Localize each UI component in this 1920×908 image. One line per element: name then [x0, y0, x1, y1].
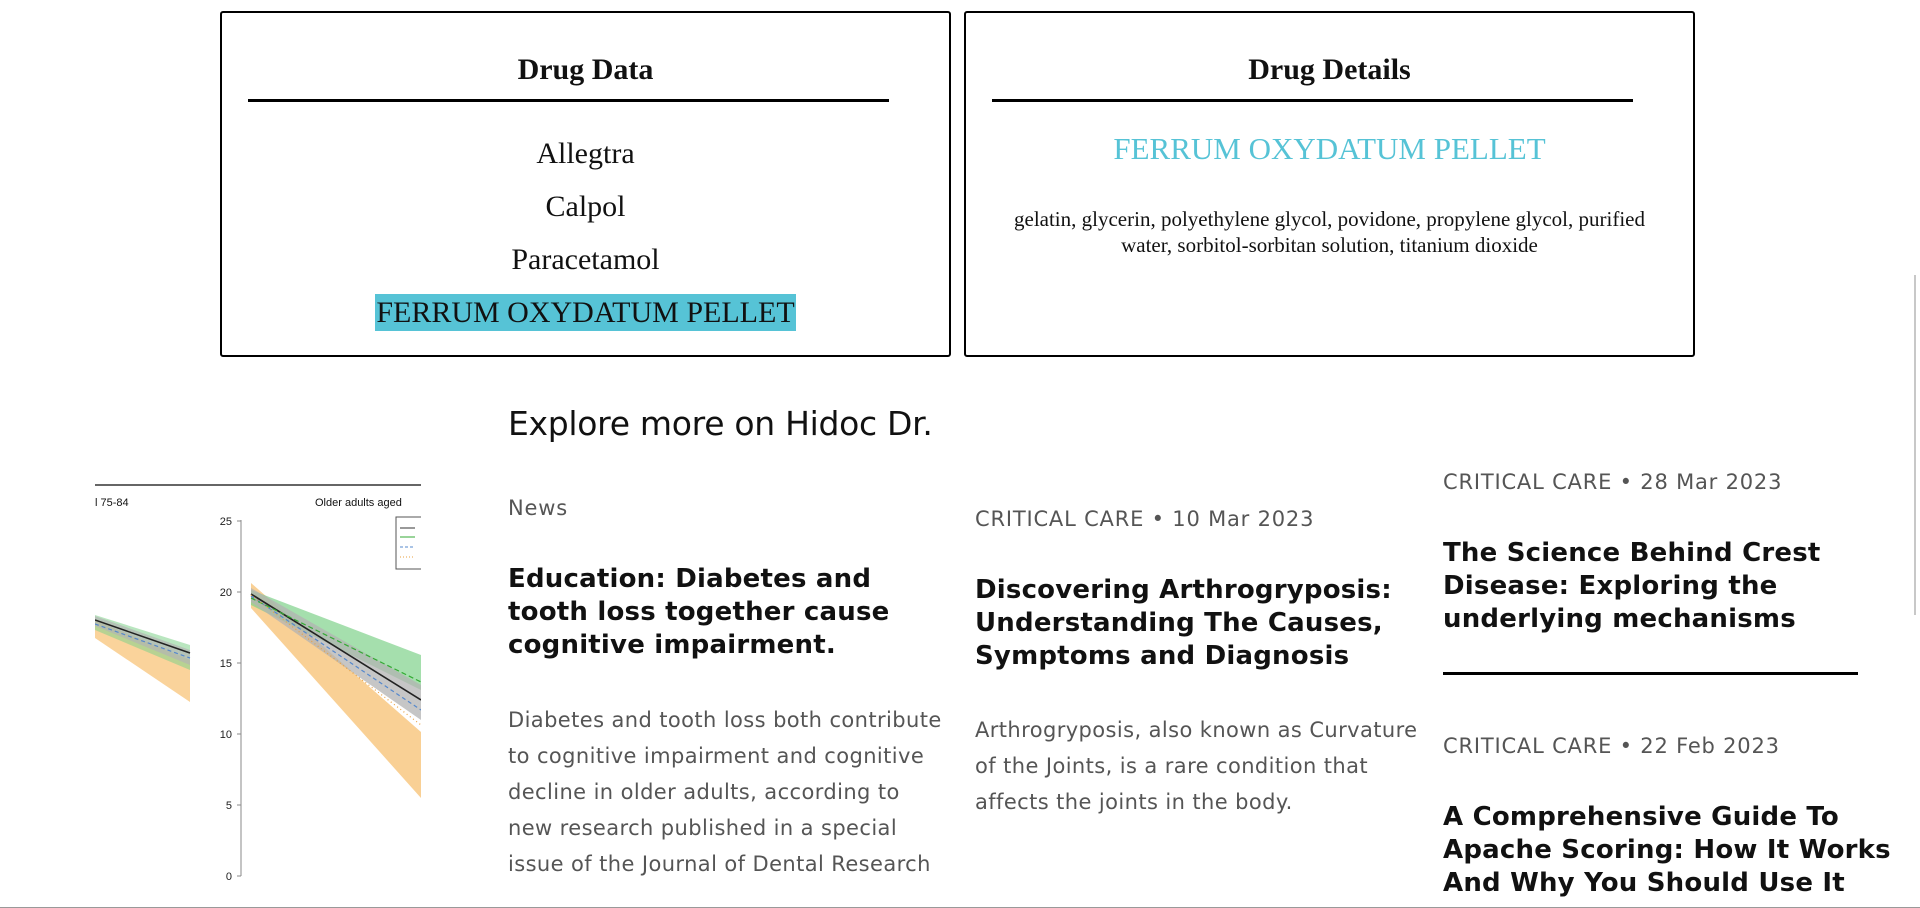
- drug-list: Allegtra Calpol Paracetamol FERRUM OXYDA…: [222, 127, 949, 339]
- drug-list-item[interactable]: Paracetamol: [222, 233, 949, 286]
- thumbnail-right-label: Older adults aged: [315, 497, 402, 509]
- article-category-date: CRITICAL CARE • 28 Mar 2023: [1443, 470, 1783, 494]
- drug-data-panel: Drug Data Allegtra Calpol Paracetamol FE…: [220, 11, 951, 357]
- article-card[interactable]: CRITICAL CARE • 28 Mar 2023 The Science …: [1443, 468, 1883, 675]
- drug-details-panel: Drug Details FERRUM OXYDATUM PELLET gela…: [964, 11, 1695, 357]
- drug-list-item[interactable]: Calpol: [222, 180, 949, 233]
- selected-drug-name: FERRUM OXYDATUM PELLET: [1113, 131, 1546, 166]
- article-category-date: CRITICAL CARE • 10 Mar 2023: [975, 507, 1315, 531]
- heading-divider: [248, 99, 889, 102]
- explore-heading: Explore more on Hidoc Dr.: [508, 404, 933, 443]
- thumbnail-left-label: l 75-84: [95, 497, 129, 509]
- drug-name[interactable]: Calpol: [545, 188, 627, 225]
- article-thumbnail-image[interactable]: l 75-84 Older adults aged 25 20 15 10 5 …: [95, 470, 421, 900]
- article-title-link[interactable]: The Science Behind Crest Disease: Explor…: [1443, 537, 1883, 636]
- article-title-link[interactable]: A Comprehensive Guide To Apache Scoring:…: [1443, 801, 1903, 900]
- article-excerpt: Arthrogryposis, also known as Curvature …: [975, 718, 1418, 814]
- article-title-link[interactable]: Education: Diabetes and tooth loss toget…: [508, 563, 948, 662]
- article-card[interactable]: CRITICAL CARE • 10 Mar 2023 Discovering …: [975, 505, 1425, 820]
- heading-divider: [992, 99, 1633, 102]
- thumbnail-y-tick: 10: [220, 729, 232, 741]
- drug-details-heading: Drug Details: [1248, 53, 1411, 86]
- article-category-date: CRITICAL CARE • 22 Feb 2023: [1443, 734, 1780, 758]
- drug-ingredients: gelatin, glycerin, polyethylene glycol, …: [1014, 207, 1645, 257]
- drug-list-item-selected[interactable]: FERRUM OXYDATUM PELLET: [222, 286, 949, 339]
- thumbnail-y-tick: 0: [226, 871, 232, 883]
- drug-data-heading: Drug Data: [517, 53, 654, 86]
- thumbnail-y-tick: 25: [220, 516, 232, 528]
- drug-list-item[interactable]: Allegtra: [222, 127, 949, 180]
- drug-name[interactable]: FERRUM OXYDATUM PELLET: [375, 294, 796, 331]
- thumbnail-y-tick: 20: [220, 587, 232, 599]
- article-divider: [1443, 672, 1858, 675]
- drug-name[interactable]: Paracetamol: [510, 241, 660, 278]
- article-category: News: [508, 496, 568, 520]
- thumbnail-y-tick: 5: [226, 800, 232, 812]
- drug-name[interactable]: Allegtra: [535, 135, 635, 172]
- article-card[interactable]: CRITICAL CARE • 22 Feb 2023 A Comprehens…: [1443, 732, 1903, 900]
- article-title-link[interactable]: Discovering Arthrogryposis: Understandin…: [975, 574, 1425, 673]
- thumbnail-y-tick: 15: [220, 658, 232, 670]
- article-excerpt: Diabetes and tooth loss both contribute …: [508, 708, 942, 876]
- page-scrollbar[interactable]: [1914, 275, 1916, 615]
- article-card[interactable]: News Education: Diabetes and tooth loss …: [508, 494, 948, 882]
